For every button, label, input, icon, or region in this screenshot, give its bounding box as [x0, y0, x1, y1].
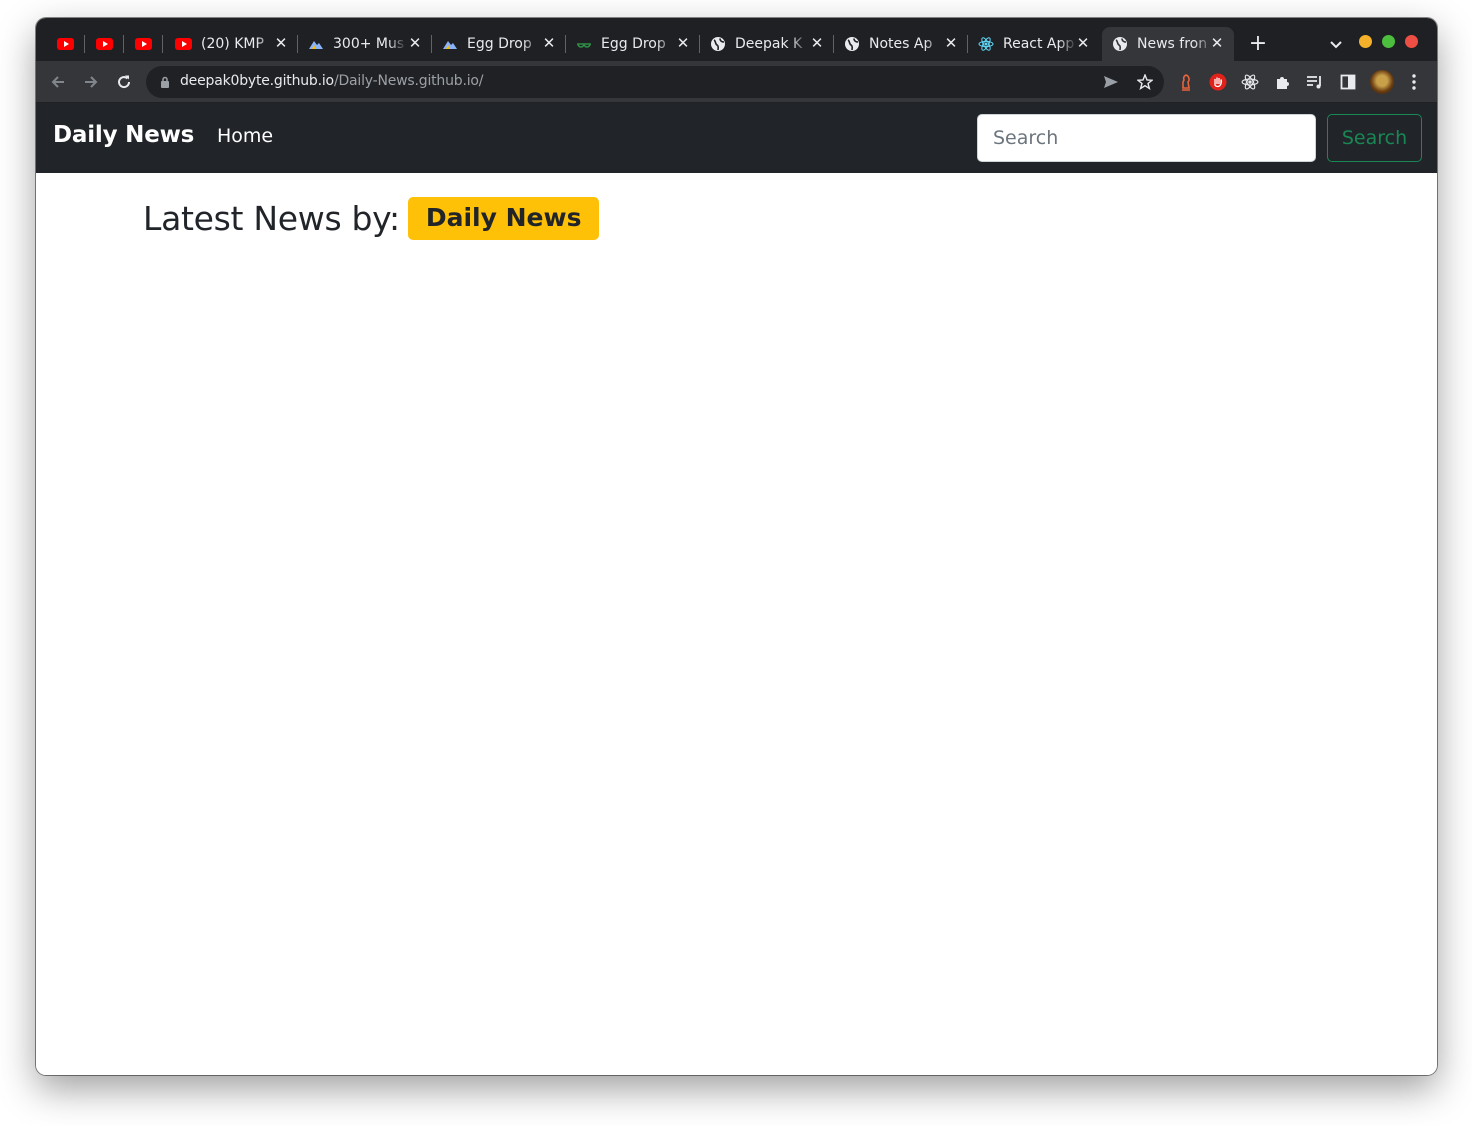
browser-window: (20) KMP ✕ 300+ Mus ✕ Egg Drop ✕ Egg Dro…: [36, 18, 1437, 1075]
url-host: deepak0byte.github.io: [180, 73, 334, 89]
mountain-icon: [443, 41, 457, 49]
close-tab-icon[interactable]: ✕: [407, 35, 423, 51]
pinned-tab-youtube[interactable]: [85, 27, 124, 61]
source-badge: Daily News: [407, 197, 600, 240]
browser-toolbar: deepak0byte.github.io/Daily-News.github.…: [36, 61, 1437, 103]
back-button[interactable]: [47, 71, 69, 93]
lock-icon: [161, 76, 169, 88]
browser-tab[interactable]: Egg Drop ✕: [566, 27, 700, 61]
minimize-button[interactable]: [1359, 35, 1372, 48]
browser-tab[interactable]: 300+ Mus ✕: [298, 27, 432, 61]
site-brand-link[interactable]: Daily News: [53, 122, 194, 148]
globe-icon: [845, 37, 859, 51]
mountain-icon: [309, 41, 323, 49]
close-tab-icon[interactable]: ✕: [273, 35, 289, 51]
globe-icon: [1113, 37, 1127, 51]
bookmark-star-icon[interactable]: [1136, 73, 1154, 91]
page-heading: Latest News by: Daily News: [143, 197, 600, 240]
search-button[interactable]: Search: [1327, 114, 1422, 162]
tab-strip: (20) KMP ✕ 300+ Mus ✕ Egg Drop ✕ Egg Dro…: [36, 18, 1437, 61]
back-arrow-icon: [51, 76, 64, 88]
pinned-tab-youtube[interactable]: [124, 27, 163, 61]
pinned-tab-youtube[interactable]: [46, 27, 85, 61]
url-text: deepak0byte.github.io/Daily-News.github.…: [180, 73, 483, 89]
reload-icon: [118, 75, 131, 89]
address-bar[interactable]: deepak0byte.github.io/Daily-News.github.…: [146, 66, 1164, 98]
gfg-icon: [577, 43, 591, 48]
reload-button[interactable]: [113, 71, 135, 93]
close-tab-icon[interactable]: ✕: [675, 35, 691, 51]
browser-tab[interactable]: Egg Drop ✕: [432, 27, 566, 61]
browser-tab[interactable]: React App ✕: [968, 27, 1100, 61]
extensions-puzzle-icon[interactable]: [1274, 73, 1292, 91]
tab-title: Egg Drop: [467, 36, 532, 52]
tab-title: News fron: [1137, 36, 1208, 52]
close-tab-icon[interactable]: ✕: [1209, 35, 1225, 51]
youtube-icon: [96, 38, 113, 50]
extension-chess-icon[interactable]: [1177, 73, 1195, 91]
close-tab-icon[interactable]: ✕: [541, 35, 557, 51]
extension-react-devtools-icon[interactable]: [1241, 73, 1259, 91]
new-tab-button[interactable]: +: [1246, 32, 1270, 56]
maximize-button[interactable]: [1382, 35, 1395, 48]
search-input[interactable]: [977, 114, 1316, 162]
tab-title: (20) KMP: [201, 36, 264, 52]
youtube-icon: [175, 38, 192, 50]
heading-text: Latest News by:: [143, 198, 400, 238]
side-panel-icon[interactable]: [1339, 73, 1357, 91]
forward-button[interactable]: [80, 71, 102, 93]
url-path: /Daily-News.github.io/: [333, 73, 484, 89]
tab-title: Notes Ap: [869, 36, 933, 52]
tab-title: Egg Drop: [601, 36, 666, 52]
kebab-menu-icon[interactable]: [1406, 72, 1422, 92]
close-tab-icon[interactable]: ✕: [809, 35, 825, 51]
extension-hand-icon[interactable]: [1209, 73, 1227, 91]
profile-avatar[interactable]: [1370, 70, 1394, 94]
forward-arrow-icon: [85, 76, 98, 88]
browser-tab-active[interactable]: News fron ✕: [1102, 27, 1234, 61]
web-page: Daily News Home Search Latest News by: D…: [36, 103, 1437, 1075]
site-navbar: Daily News Home Search: [36, 103, 1437, 173]
tab-title: 300+ Mus: [333, 36, 405, 52]
tab-title: React App: [1003, 36, 1075, 52]
react-icon: [978, 37, 994, 51]
globe-icon: [711, 37, 725, 51]
close-window-button[interactable]: [1405, 35, 1418, 48]
nav-home-link[interactable]: Home: [217, 125, 273, 147]
close-tab-icon[interactable]: ✕: [1075, 35, 1091, 51]
youtube-icon: [135, 38, 152, 50]
tab-search-chevron-icon[interactable]: [1326, 34, 1346, 54]
tab-separator: [162, 35, 163, 53]
close-tab-icon[interactable]: ✕: [943, 35, 959, 51]
browser-tab[interactable]: (20) KMP ✕: [164, 27, 298, 61]
browser-tab[interactable]: Notes Ap ✕: [834, 27, 968, 61]
browser-tab[interactable]: Deepak K ✕: [700, 27, 834, 61]
media-queue-icon[interactable]: [1306, 73, 1324, 91]
youtube-icon: [57, 38, 74, 50]
tab-title: Deepak K: [735, 36, 803, 52]
send-tab-icon[interactable]: [1102, 73, 1120, 91]
